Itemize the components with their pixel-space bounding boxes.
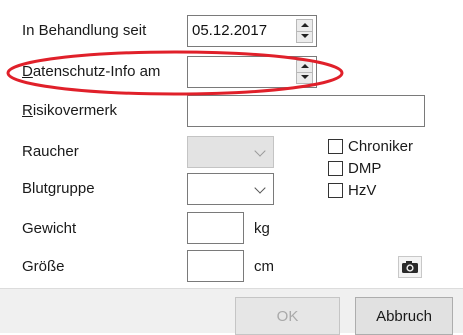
chroniker-label[interactable]: Chroniker <box>348 138 413 156</box>
in-behandlung-date-field[interactable]: 05.12.2017 <box>187 15 317 47</box>
gewicht-input[interactable] <box>187 212 244 244</box>
groesse-label: Größe <box>22 258 65 275</box>
chroniker-checkbox[interactable] <box>328 139 343 154</box>
blutgruppe-label: Blutgruppe <box>22 180 95 197</box>
hzv-checkbox[interactable] <box>328 183 343 198</box>
risikovermerk-label: Risikovermerk <box>22 102 118 119</box>
ok-button[interactable]: OK <box>235 297 340 335</box>
patient-info-dialog: In Behandlung seit 05.12.2017 Datenschut… <box>0 0 463 335</box>
in-behandlung-date-value: 05.12.2017 <box>192 22 268 39</box>
dmp-label[interactable]: DMP <box>348 160 381 178</box>
spin-down-icon[interactable] <box>297 72 312 83</box>
gewicht-unit: kg <box>254 220 270 237</box>
risikovermerk-input[interactable] <box>187 95 425 127</box>
dmp-checkbox[interactable] <box>328 161 343 176</box>
groesse-input[interactable] <box>187 250 244 282</box>
raucher-select[interactable] <box>187 136 274 168</box>
chevron-down-icon <box>254 182 266 194</box>
groesse-unit: cm <box>254 258 274 275</box>
raucher-label: Raucher <box>22 143 79 160</box>
datenschutz-label: Datenschutz-Info am <box>22 63 161 80</box>
chevron-down-icon <box>254 145 266 157</box>
datenschutz-spin-icon[interactable] <box>296 60 313 84</box>
blutgruppe-select[interactable] <box>187 173 274 205</box>
gewicht-label: Gewicht <box>22 220 77 237</box>
in-behandlung-spin-icon[interactable] <box>296 19 313 43</box>
spin-down-icon[interactable] <box>297 31 312 42</box>
camera-icon <box>402 261 418 273</box>
hzv-label[interactable]: HzV <box>348 182 376 200</box>
cancel-button-label: Abbruch <box>376 307 432 325</box>
datenschutz-date-field[interactable] <box>187 56 317 88</box>
cancel-button[interactable]: Abbruch <box>355 297 453 335</box>
in-behandlung-label: In Behandlung seit <box>22 22 147 39</box>
ok-button-label: OK <box>276 307 299 325</box>
camera-button[interactable] <box>398 256 422 278</box>
